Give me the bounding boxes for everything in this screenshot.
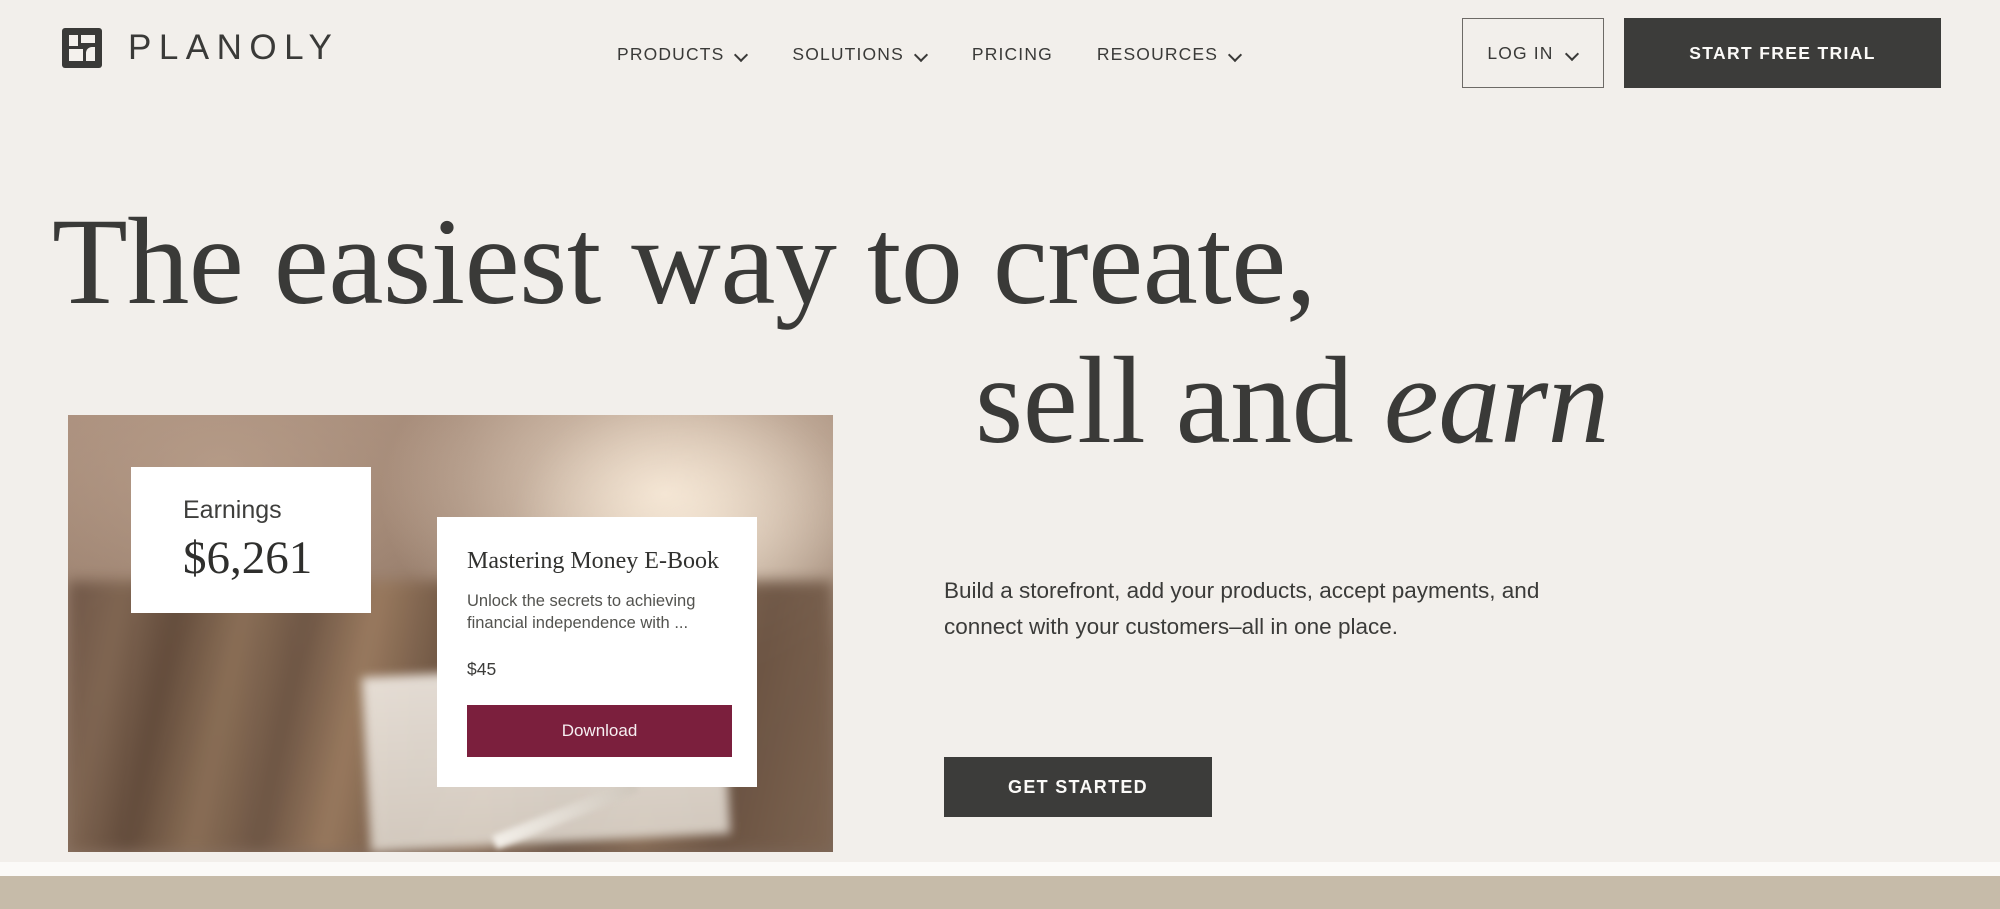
- nav-item-label: PRODUCTS: [617, 43, 725, 64]
- product-price: $45: [467, 659, 497, 680]
- nav-item-resources[interactable]: RESOURCES: [1075, 34, 1264, 75]
- section-divider: [0, 862, 2000, 876]
- nav-item-pricing[interactable]: PRICING: [950, 34, 1075, 75]
- chevron-down-icon: [1566, 49, 1579, 57]
- chevron-down-icon: [735, 50, 748, 58]
- earnings-label: Earnings: [183, 496, 282, 524]
- site-header: PLANOLY PRODUCTS SOLUTIONS PRICING RESOU…: [0, 0, 2000, 108]
- download-button[interactable]: Download: [467, 705, 732, 758]
- main-navigation: PRODUCTS SOLUTIONS PRICING RESOURCES: [595, 0, 1264, 108]
- brand-logo[interactable]: PLANOLY: [62, 28, 339, 68]
- chevron-down-icon: [1229, 50, 1242, 58]
- start-free-trial-button[interactable]: START FREE TRIAL: [1624, 18, 1941, 88]
- chevron-down-icon: [915, 50, 928, 58]
- nav-item-label: SOLUTIONS: [792, 43, 904, 64]
- earnings-card: Earnings $6,261: [131, 467, 371, 613]
- hero-description: Build a storefront, add your products, a…: [944, 578, 1540, 640]
- headline-emphasis-word: earn: [1383, 332, 1610, 470]
- product-description: Unlock the secrets to achieving financia…: [467, 591, 696, 633]
- login-button[interactable]: LOG IN: [1462, 18, 1604, 88]
- get-started-button[interactable]: GET STARTED: [944, 757, 1212, 817]
- brand-wordmark: PLANOLY: [128, 28, 340, 67]
- nav-item-label: RESOURCES: [1096, 43, 1219, 64]
- footer-band: [0, 876, 2000, 909]
- product-card: Mastering Money E-Book Unlock the secret…: [437, 517, 757, 787]
- header-actions: LOG IN START FREE TRIAL: [1462, 18, 1941, 88]
- headline-line-2-plain: sell and: [974, 332, 1384, 470]
- download-button-label: Download: [561, 721, 638, 741]
- nav-item-products[interactable]: PRODUCTS: [595, 34, 770, 75]
- landing-page: PLANOLY PRODUCTS SOLUTIONS PRICING RESOU…: [0, 0, 2000, 909]
- product-title: Mastering Money E-Book: [467, 548, 719, 574]
- get-started-label: GET STARTED: [1008, 776, 1148, 797]
- nav-item-label: PRICING: [971, 43, 1053, 64]
- planoly-grid-logo-icon: [62, 28, 102, 68]
- earnings-amount: $6,261: [183, 532, 313, 584]
- nav-item-solutions[interactable]: SOLUTIONS: [770, 34, 949, 75]
- headline-line-1: The easiest way to create,: [52, 193, 1317, 330]
- start-free-trial-label: START FREE TRIAL: [1689, 42, 1876, 63]
- login-button-label: LOG IN: [1487, 42, 1554, 63]
